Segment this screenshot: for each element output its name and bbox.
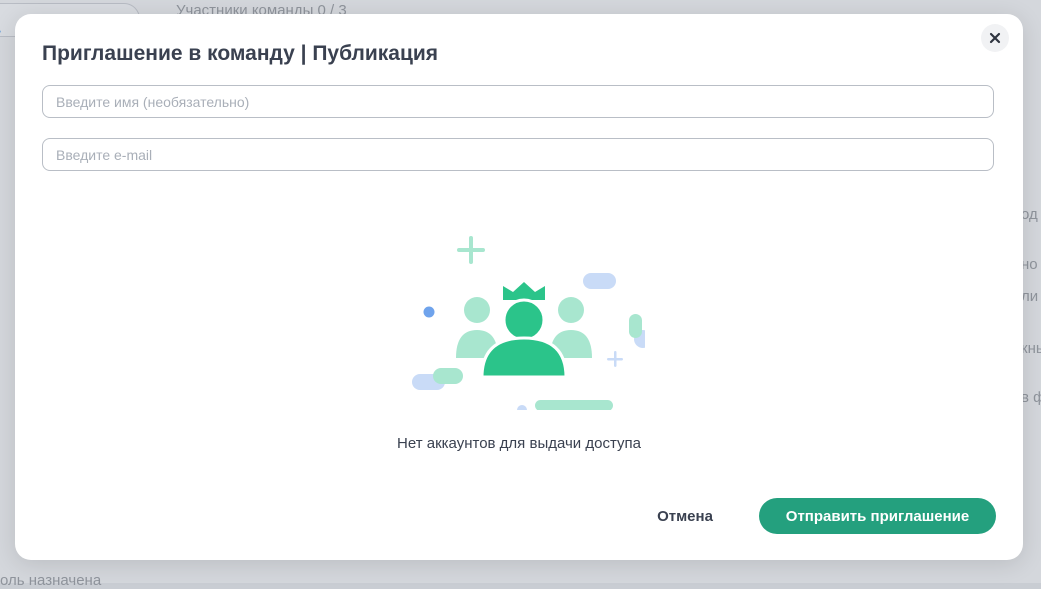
role-assigned-label: оль назначена [0, 572, 102, 589]
email-input[interactable] [42, 138, 994, 171]
cancel-button[interactable]: Отмена [641, 498, 729, 534]
decor-pill [433, 368, 463, 384]
send-invite-button[interactable]: Отправить приглашение [759, 498, 996, 534]
plus-icon [457, 236, 485, 264]
plus-icon [607, 351, 623, 367]
decor-dot [517, 405, 527, 410]
decor-pill [629, 314, 642, 338]
decor-pill [583, 273, 616, 289]
close-button[interactable] [981, 24, 1009, 52]
background-side-text: од [1021, 206, 1038, 223]
background-side-text: в ф [1021, 389, 1041, 406]
decor-pill [535, 400, 613, 410]
background-side-text: но [1021, 256, 1038, 273]
name-input[interactable] [42, 85, 994, 118]
empty-state-text: Нет аккаунтов для выдачи доступа [397, 435, 641, 452]
invite-modal: Приглашение в команду | Публикация Введи… [15, 14, 1023, 560]
user-icon: 👤 [0, 14, 3, 34]
background-side-text: ли [1021, 288, 1039, 305]
close-icon [989, 32, 1001, 44]
decor-dot [423, 306, 435, 318]
background-side-text: кны [1021, 340, 1041, 357]
modal-title: Приглашение в команду | Публикация [42, 42, 439, 65]
empty-team-illustration [412, 236, 645, 410]
